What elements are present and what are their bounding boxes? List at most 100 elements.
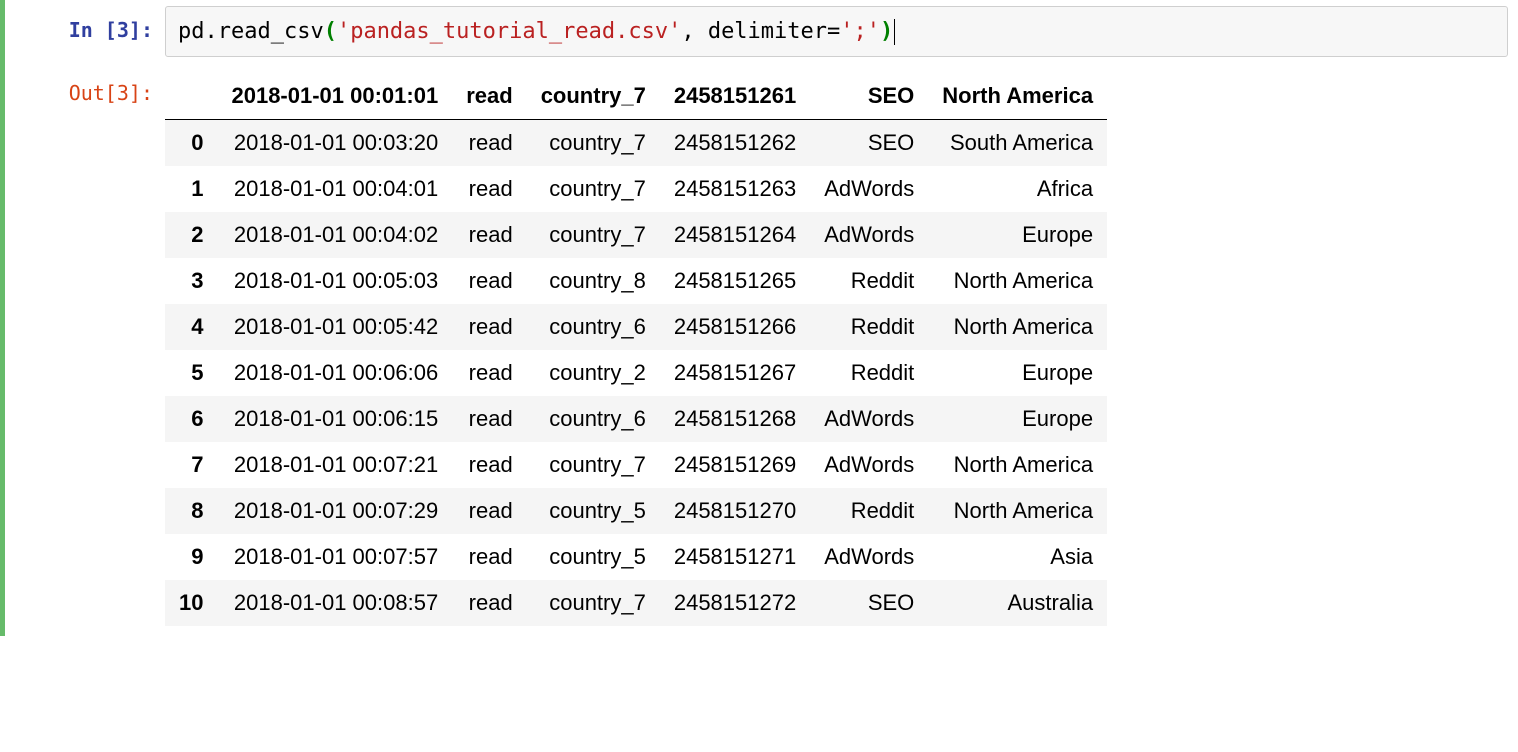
table-cell: Australia (928, 580, 1107, 626)
table-cell: 2458151271 (660, 534, 810, 580)
code-string-2: ';' (840, 15, 880, 48)
table-cell: 2018-01-01 00:05:42 (217, 304, 452, 350)
input-row: In [3]: pd.read_csv('pandas_tutorial_rea… (5, 6, 1508, 57)
column-header: 2018-01-01 00:01:01 (217, 73, 452, 120)
table-cell: country_7 (527, 580, 660, 626)
table-cell: Reddit (810, 258, 928, 304)
column-header: country_7 (527, 73, 660, 120)
table-cell: Africa (928, 166, 1107, 212)
out-prompt-text: Out[3]: (69, 81, 153, 105)
table-cell: read (452, 350, 526, 396)
row-index: 2 (165, 212, 217, 258)
table-cell: 2018-01-01 00:07:21 (217, 442, 452, 488)
code-pre-paren: pd.read_csv (178, 15, 324, 48)
open-paren: ( (324, 15, 337, 48)
table-cell: Europe (928, 212, 1107, 258)
table-row: 22018-01-01 00:04:02readcountry_72458151… (165, 212, 1107, 258)
table-cell: 2458151265 (660, 258, 810, 304)
table-cell: 2458151268 (660, 396, 810, 442)
table-row: 52018-01-01 00:06:06readcountry_22458151… (165, 350, 1107, 396)
in-prompt-text: In [3]: (69, 18, 153, 42)
table-cell: SEO (810, 580, 928, 626)
out-suffix: ]: (129, 81, 153, 105)
table-row: 02018-01-01 00:03:20readcountry_72458151… (165, 120, 1107, 167)
table-cell: country_5 (527, 488, 660, 534)
table-cell: 2018-01-01 00:07:29 (217, 488, 452, 534)
table-body: 02018-01-01 00:03:20readcountry_72458151… (165, 120, 1107, 627)
output-area: 2018-01-01 00:01:01readcountry_724581512… (165, 69, 1508, 626)
table-cell: read (452, 166, 526, 212)
table-cell: 2458151267 (660, 350, 810, 396)
table-cell: AdWords (810, 534, 928, 580)
table-cell: country_7 (527, 120, 660, 167)
row-index: 0 (165, 120, 217, 167)
column-header: read (452, 73, 526, 120)
table-row: 32018-01-01 00:05:03readcountry_82458151… (165, 258, 1107, 304)
in-count: 3 (117, 18, 129, 42)
table-cell: read (452, 120, 526, 167)
table-cell: 2458151264 (660, 212, 810, 258)
table-cell: country_8 (527, 258, 660, 304)
column-header: SEO (810, 73, 928, 120)
table-head: 2018-01-01 00:01:01readcountry_724581512… (165, 73, 1107, 120)
table-cell: 2458151269 (660, 442, 810, 488)
out-prompt: Out[3]: (5, 69, 165, 107)
dataframe-table: 2018-01-01 00:01:01readcountry_724581512… (165, 73, 1107, 626)
row-index: 9 (165, 534, 217, 580)
column-header: 2458151261 (660, 73, 810, 120)
table-cell: country_6 (527, 304, 660, 350)
table-cell: 2458151262 (660, 120, 810, 167)
out-count: 3 (117, 81, 129, 105)
table-cell: South America (928, 120, 1107, 167)
table-cell: North America (928, 304, 1107, 350)
table-cell: Asia (928, 534, 1107, 580)
code-string-1: 'pandas_tutorial_read.csv' (337, 15, 681, 48)
table-cell: 2018-01-01 00:07:57 (217, 534, 452, 580)
row-index: 1 (165, 166, 217, 212)
table-cell: country_7 (527, 442, 660, 488)
table-cell: read (452, 212, 526, 258)
code-mid: , delimiter= (681, 15, 840, 48)
row-index: 5 (165, 350, 217, 396)
table-row: 72018-01-01 00:07:21readcountry_72458151… (165, 442, 1107, 488)
table-row: 102018-01-01 00:08:57readcountry_7245815… (165, 580, 1107, 626)
column-header: North America (928, 73, 1107, 120)
in-prompt: In [3]: (5, 6, 165, 44)
table-cell: Europe (928, 350, 1107, 396)
table-cell: AdWords (810, 212, 928, 258)
row-index: 4 (165, 304, 217, 350)
table-cell: country_7 (527, 166, 660, 212)
code-input[interactable]: pd.read_csv('pandas_tutorial_read.csv', … (165, 6, 1508, 57)
table-row: 42018-01-01 00:05:42readcountry_62458151… (165, 304, 1107, 350)
table-cell: 2018-01-01 00:05:03 (217, 258, 452, 304)
table-cell: 2018-01-01 00:03:20 (217, 120, 452, 167)
table-cell: North America (928, 488, 1107, 534)
table-cell: Reddit (810, 488, 928, 534)
table-cell: 2458151263 (660, 166, 810, 212)
row-index: 8 (165, 488, 217, 534)
table-cell: Europe (928, 396, 1107, 442)
table-cell: North America (928, 258, 1107, 304)
table-cell: country_5 (527, 534, 660, 580)
table-cell: read (452, 534, 526, 580)
table-cell: country_2 (527, 350, 660, 396)
table-cell: 2018-01-01 00:04:02 (217, 212, 452, 258)
table-cell: country_6 (527, 396, 660, 442)
table-cell: read (452, 396, 526, 442)
table-cell: 2458151272 (660, 580, 810, 626)
table-cell: read (452, 580, 526, 626)
table-cell: Reddit (810, 304, 928, 350)
table-cell: 2458151266 (660, 304, 810, 350)
header-row: 2018-01-01 00:01:01readcountry_724581512… (165, 73, 1107, 120)
row-index: 6 (165, 396, 217, 442)
in-suffix: ]: (129, 18, 153, 42)
out-prefix: Out[ (69, 81, 117, 105)
row-index: 3 (165, 258, 217, 304)
table-cell: 2018-01-01 00:08:57 (217, 580, 452, 626)
close-paren: ) (880, 15, 893, 48)
table-row: 92018-01-01 00:07:57readcountry_52458151… (165, 534, 1107, 580)
output-row: Out[3]: 2018-01-01 00:01:01readcountry_7… (5, 69, 1508, 626)
row-index: 10 (165, 580, 217, 626)
table-cell: read (452, 258, 526, 304)
table-row: 12018-01-01 00:04:01readcountry_72458151… (165, 166, 1107, 212)
